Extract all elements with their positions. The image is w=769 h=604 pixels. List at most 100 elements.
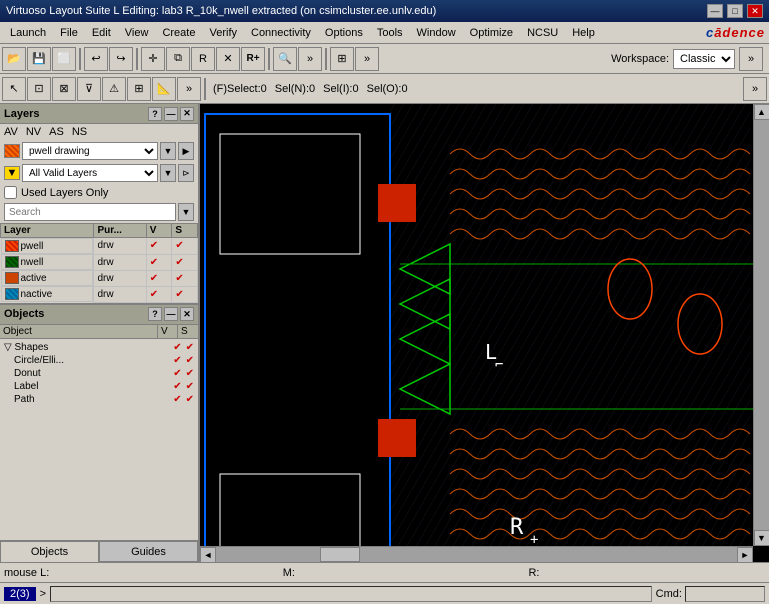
deselect-button[interactable]: ⊠ xyxy=(52,77,76,101)
workspace-select[interactable]: Classic xyxy=(673,49,735,69)
move-button[interactable]: ✛ xyxy=(141,47,165,71)
canvas-area[interactable]: L ⌐ R + ▲ ▼ ◄ ► xyxy=(200,104,769,562)
tb-more-3[interactable]: » xyxy=(177,77,201,101)
objects-close-button[interactable]: ✕ xyxy=(180,307,194,321)
cell-layer-name: pwell xyxy=(1,238,94,254)
tb-btn-r[interactable]: R+ xyxy=(241,47,265,71)
menu-help[interactable]: Help xyxy=(566,25,601,41)
scroll-track-horizontal[interactable] xyxy=(216,547,737,562)
stretch-button[interactable]: R xyxy=(191,47,215,71)
tab-nv[interactable]: NV xyxy=(26,126,41,138)
cell-purpose: drw xyxy=(94,286,146,302)
copy-button[interactable]: ⧉ xyxy=(166,47,190,71)
minimize-button[interactable]: — xyxy=(707,4,723,18)
delete-button[interactable]: ✕ xyxy=(216,47,240,71)
check-v-icon[interactable]: ✔ xyxy=(150,257,158,268)
layer-settings-btn[interactable]: ▶ xyxy=(178,142,194,160)
scroll-up-button[interactable]: ▲ xyxy=(754,104,769,120)
menu-view[interactable]: View xyxy=(119,25,155,41)
workspace-expand[interactable]: » xyxy=(739,47,763,71)
check-v-icon[interactable]: ✔ xyxy=(150,273,158,284)
layer-dropdown-btn[interactable]: ▼ xyxy=(160,142,176,160)
filter-button[interactable]: ⊽ xyxy=(77,77,101,101)
open-button[interactable]: 📂 xyxy=(2,47,26,71)
check-s-icon[interactable]: ✔ xyxy=(175,257,183,268)
redo-button[interactable]: ↪ xyxy=(109,47,133,71)
tab-objects[interactable]: Objects xyxy=(0,541,99,562)
menu-edit[interactable]: Edit xyxy=(86,25,117,41)
list-item[interactable]: Circle/Elli... ✔ ✔ xyxy=(2,354,196,367)
menu-ncsu[interactable]: NCSU xyxy=(521,25,564,41)
objects-minimize-button[interactable]: — xyxy=(164,307,178,321)
layers-help-button[interactable]: ? xyxy=(148,107,162,121)
close-button[interactable]: ✕ xyxy=(747,4,763,18)
undo-button[interactable]: ↩ xyxy=(84,47,108,71)
workspace-area: Workspace: Classic » xyxy=(607,47,767,71)
scroll-down-button[interactable]: ▼ xyxy=(754,530,769,546)
menu-bar: Launch File Edit View Create Verify Conn… xyxy=(0,22,769,44)
search-input[interactable] xyxy=(4,203,176,221)
all-valid-dropdown[interactable]: All Valid Layers xyxy=(22,164,158,182)
menu-options[interactable]: Options xyxy=(319,25,369,41)
menu-window[interactable]: Window xyxy=(411,25,462,41)
scroll-right-button[interactable]: ► xyxy=(737,547,753,563)
tab-ns[interactable]: NS xyxy=(72,126,87,138)
table-row[interactable]: pwell drw ✔ ✔ xyxy=(1,238,198,255)
cmd-input[interactable] xyxy=(50,586,652,602)
current-layer-row: pwell drawing ▼ ▶ xyxy=(0,140,198,162)
tb-snap[interactable]: ⊞ xyxy=(330,47,354,71)
grid-button[interactable]: ⊞ xyxy=(127,77,151,101)
check-v-icon[interactable]: ✔ xyxy=(150,240,158,251)
all-valid-extra-btn[interactable]: ⊳ xyxy=(178,164,194,182)
menu-create[interactable]: Create xyxy=(156,25,201,41)
menu-launch[interactable]: Launch xyxy=(4,25,52,41)
tab-av[interactable]: AV xyxy=(4,126,18,138)
ruler-button[interactable]: 📐 xyxy=(152,77,176,101)
list-item[interactable]: ▽ Shapes ✔ ✔ xyxy=(2,341,196,354)
objects-help-button[interactable]: ? xyxy=(148,307,162,321)
table-row[interactable]: nactive drw ✔ ✔ xyxy=(1,286,198,302)
table-row[interactable]: active drw ✔ ✔ xyxy=(1,270,198,286)
warn-button[interactable]: ⚠ xyxy=(102,77,126,101)
check-s-icon[interactable]: ✔ xyxy=(175,240,183,251)
current-layer-swatch xyxy=(4,144,20,158)
scroll-track-vertical[interactable] xyxy=(754,120,769,530)
tb-more-1[interactable]: » xyxy=(298,47,322,71)
tb-more-2[interactable]: » xyxy=(355,47,379,71)
cmd-field[interactable] xyxy=(685,586,765,602)
toolbar-row-1: 📂 💾 ⬜ ↩ ↪ ✛ ⧉ R ✕ R+ 🔍 » ⊞ » Workspace: … xyxy=(0,44,769,74)
used-layers-checkbox[interactable] xyxy=(4,186,17,199)
menu-optimize[interactable]: Optimize xyxy=(464,25,519,41)
table-row[interactable]: nwell drw ✔ ✔ xyxy=(1,254,198,270)
zoom-in-button[interactable]: 🔍 xyxy=(273,47,297,71)
tb-more-4[interactable]: » xyxy=(743,77,767,101)
area-select-button[interactable]: ⊡ xyxy=(27,77,51,101)
check-s-icon[interactable]: ✔ xyxy=(175,289,183,300)
check-v-icon[interactable]: ✔ xyxy=(150,289,158,300)
current-layer-dropdown[interactable]: pwell drawing xyxy=(22,142,158,160)
menu-file[interactable]: File xyxy=(54,25,84,41)
save-button[interactable]: 💾 xyxy=(27,47,51,71)
tab-guides[interactable]: Guides xyxy=(99,541,198,562)
check-s-icon[interactable]: ✔ xyxy=(175,273,183,284)
mouse-m-label: M: xyxy=(283,567,295,579)
list-item[interactable]: Donut ✔ ✔ xyxy=(2,367,196,380)
tab-as[interactable]: AS xyxy=(49,126,64,138)
cell-v: ✔ xyxy=(146,286,172,302)
menu-connectivity[interactable]: Connectivity xyxy=(245,25,317,41)
list-item[interactable]: Label ✔ ✔ xyxy=(2,380,196,393)
pwell-swatch xyxy=(5,240,19,252)
layers-minimize-button[interactable]: — xyxy=(164,107,178,121)
col-obj-v: V xyxy=(158,325,178,338)
tb-btn-3[interactable]: ⬜ xyxy=(52,47,76,71)
menu-verify[interactable]: Verify xyxy=(203,25,243,41)
select-button[interactable]: ↖ xyxy=(2,77,26,101)
maximize-button[interactable]: □ xyxy=(727,4,743,18)
search-dropdown-btn[interactable]: ▼ xyxy=(178,203,194,221)
menu-tools[interactable]: Tools xyxy=(371,25,409,41)
all-valid-btn[interactable]: ▼ xyxy=(160,164,176,182)
scroll-left-button[interactable]: ◄ xyxy=(200,547,216,563)
list-item[interactable]: Path ✔ ✔ xyxy=(2,393,196,406)
mouse-status-bar: mouse L: M: R: xyxy=(0,562,769,582)
layers-close-button[interactable]: ✕ xyxy=(180,107,194,121)
